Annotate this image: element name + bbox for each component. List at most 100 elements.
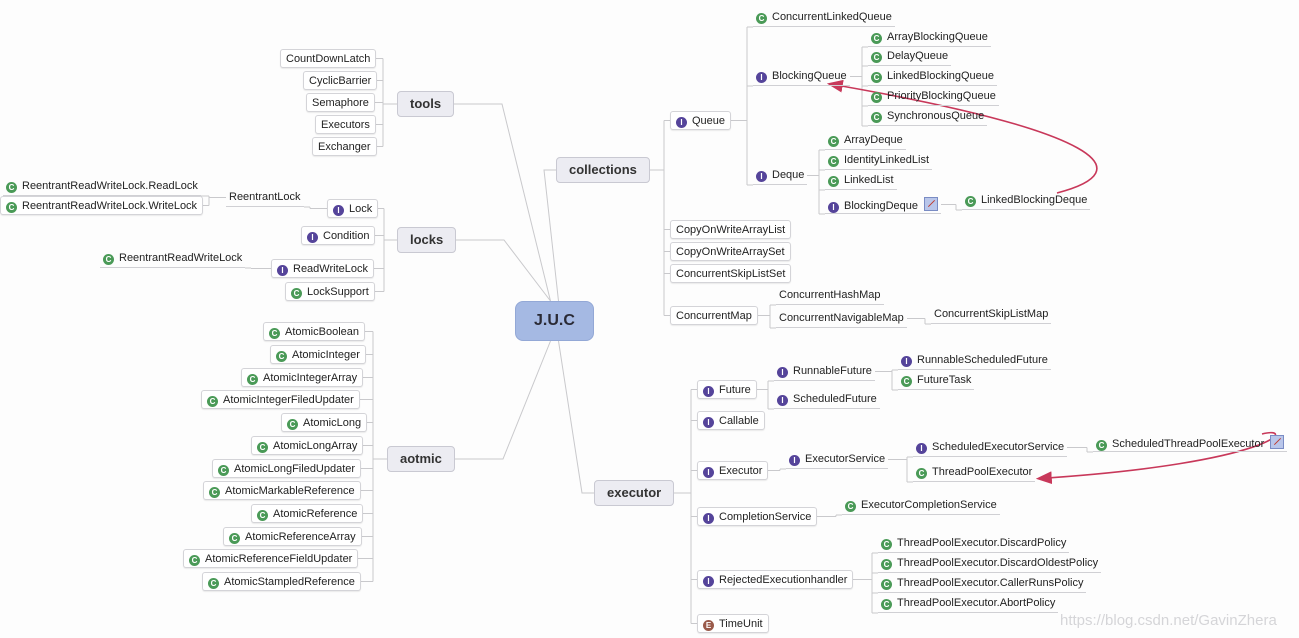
note-icon[interactable] [1270, 435, 1285, 449]
node-label: Executor [719, 465, 763, 477]
node-condition[interactable]: I Condition [301, 226, 376, 245]
branch-locks[interactable]: locks [397, 227, 457, 253]
node-label: LockSupport [307, 286, 369, 298]
class-icon: C [871, 52, 882, 63]
node-executors[interactable]: Executors [315, 115, 376, 134]
node-identitylinkedlist[interactable]: C IdentityLinkedList [825, 151, 932, 170]
branch-aotmic[interactable]: aotmic [387, 446, 455, 472]
node-label: Future [719, 384, 751, 396]
node-runnablefuture[interactable]: I RunnableFuture [774, 362, 875, 381]
class-icon: C [881, 539, 892, 550]
node-atomicreferencearray[interactable]: C AtomicReferenceArray [223, 527, 362, 546]
interface-icon: I [756, 171, 767, 182]
branch-tools[interactable]: tools [397, 91, 455, 117]
node-blockingdeque[interactable]: I BlockingDeque [825, 195, 941, 214]
node-threadpoolexecutor-abortpolicy[interactable]: C ThreadPoolExecutor.AbortPolicy [878, 594, 1059, 613]
node-linkedblockingqueue[interactable]: C LinkedBlockingQueue [868, 67, 998, 86]
node-locksupport[interactable]: C LockSupport [285, 282, 375, 301]
interface-icon: I [703, 467, 714, 478]
node-concurrentlinkedqueue[interactable]: C ConcurrentLinkedQueue [753, 8, 895, 27]
node-atomiclongfiledupdater[interactable]: C AtomicLongFiledUpdater [212, 459, 362, 478]
node-reentrantreadwritelock-writelock[interactable]: C ReentrantReadWriteLock.WriteLock [0, 196, 204, 215]
node-timeunit[interactable]: E TimeUnit [697, 614, 769, 633]
node-concurrentmap[interactable]: ConcurrentMap [670, 306, 758, 325]
node-threadpoolexecutor-discardoldestpolicy[interactable]: C ThreadPoolExecutor.DiscardOldestPolicy [878, 554, 1102, 573]
node-futuretask[interactable]: C FutureTask [898, 371, 975, 390]
node-concurrentskiplistset[interactable]: ConcurrentSkipListSet [670, 264, 792, 283]
node-label: aotmic [400, 451, 442, 466]
class-icon: C [871, 33, 882, 44]
node-atomicinteger[interactable]: C AtomicInteger [270, 345, 366, 364]
node-exchanger[interactable]: Exchanger [312, 137, 377, 156]
class-icon: C [247, 374, 258, 385]
node-atomicreference[interactable]: C AtomicReference [251, 504, 364, 523]
node-queue[interactable]: I Queue [670, 111, 732, 130]
node-rejectedexecutionhandler[interactable]: I RejectedExecutionhandler [697, 570, 854, 589]
node-scheduledfuture[interactable]: I ScheduledFuture [774, 390, 880, 409]
node-reentrantreadwritelock[interactable]: C ReentrantReadWriteLock [100, 249, 246, 268]
node-atomicreferencefieldupdater[interactable]: C AtomicReferenceFieldUpdater [183, 549, 359, 568]
node-semaphore[interactable]: Semaphore [306, 93, 375, 112]
node-linkedlist[interactable]: C LinkedList [825, 171, 897, 190]
class-icon: C [828, 136, 839, 147]
class-icon: C [6, 202, 17, 213]
node-atomicintegerfiledupdater[interactable]: C AtomicIntegerFiledUpdater [201, 390, 360, 409]
node-atomiclong[interactable]: C AtomicLong [281, 413, 368, 432]
node-executor[interactable]: I Executor [697, 461, 769, 480]
node-blockingqueue[interactable]: I BlockingQueue [753, 67, 850, 86]
node-atomicintegerarray[interactable]: C AtomicIntegerArray [241, 368, 364, 387]
class-icon: C [103, 254, 114, 265]
note-icon[interactable] [924, 197, 938, 211]
node-concurrenthashmap[interactable]: ConcurrentHashMap [776, 286, 884, 305]
node-atomicmarkablereference[interactable]: C AtomicMarkableReference [203, 481, 361, 500]
node-label: Deque [772, 169, 805, 181]
branch-executor[interactable]: executor [594, 480, 675, 506]
node-label: CountDownLatch [286, 53, 371, 65]
node-executorservice[interactable]: I ExecutorService [786, 450, 889, 469]
class-icon: C [871, 72, 882, 83]
node-cyclicbarrier[interactable]: CyclicBarrier [303, 71, 378, 90]
node-synchronousqueue[interactable]: C SynchronousQueue [868, 107, 988, 126]
node-callable[interactable]: I Callable [697, 411, 765, 430]
node-countdownlatch[interactable]: CountDownLatch [280, 49, 377, 68]
node-threadpoolexecutor-discardpolicy[interactable]: C ThreadPoolExecutor.DiscardPolicy [878, 534, 1070, 553]
node-concurrentskiplistmap[interactable]: ConcurrentSkipListMap [931, 305, 1052, 324]
node-priorityblockingqueue[interactable]: C PriorityBlockingQueue [868, 87, 999, 106]
node-concurrentnavigablemap[interactable]: ConcurrentNavigableMap [776, 309, 907, 328]
node-atomicboolean[interactable]: C AtomicBoolean [263, 322, 365, 341]
node-deque[interactable]: I Deque [753, 166, 808, 185]
class-icon: C [257, 510, 268, 521]
root-node[interactable]: J.U.C [515, 301, 594, 341]
branch-collections[interactable]: collections [556, 157, 650, 183]
connector-lines [201, 26, 1277, 624]
node-scheduledthreadpoolexecutor[interactable]: C ScheduledThreadPoolExecutor [1093, 433, 1288, 452]
interface-icon: I [307, 232, 318, 243]
node-readwritelock[interactable]: I ReadWriteLock [271, 259, 374, 278]
node-threadpoolexecutor[interactable]: C ThreadPoolExecutor [913, 463, 1036, 482]
node-label: AtomicIntegerArray [263, 372, 358, 384]
node-label: BlockingQueue [772, 70, 847, 82]
node-linkedblockingdeque[interactable]: C LinkedBlockingDeque [962, 191, 1091, 210]
node-label: ScheduledThreadPoolExecutor [1112, 438, 1265, 450]
node-copyonwritearraylist[interactable]: CopyOnWriteArrayList [670, 220, 792, 239]
node-future[interactable]: I Future [697, 380, 757, 399]
node-arrayblockingqueue[interactable]: C ArrayBlockingQueue [868, 28, 991, 47]
node-executorcompletionservice[interactable]: C ExecutorCompletionService [842, 496, 1000, 515]
node-threadpoolexecutor-callerrunspolicy[interactable]: C ThreadPoolExecutor.CallerRunsPolicy [878, 574, 1087, 593]
class-icon: C [828, 176, 839, 187]
node-label: ScheduledFuture [793, 393, 877, 405]
branch-connector [455, 340, 551, 460]
node-runnablescheduledfuture[interactable]: I RunnableScheduledFuture [898, 351, 1051, 370]
node-delayqueue[interactable]: C DelayQueue [868, 47, 952, 66]
node-reentrantlock[interactable]: ReentrantLock [226, 188, 304, 207]
node-atomiclongarray[interactable]: C AtomicLongArray [251, 436, 364, 455]
node-atomicstampledreference[interactable]: C AtomicStampledReference [202, 572, 361, 591]
node-label: RunnableFuture [793, 365, 872, 377]
node-scheduledexecutorservice[interactable]: I ScheduledExecutorService [913, 438, 1068, 457]
node-lock[interactable]: I Lock [327, 199, 379, 218]
node-arraydeque[interactable]: C ArrayDeque [825, 131, 906, 150]
node-label: CopyOnWriteArrayList [676, 224, 786, 236]
node-completionservice[interactable]: I CompletionService [697, 507, 818, 526]
node-copyonwritearrayset[interactable]: CopyOnWriteArraySet [670, 242, 791, 261]
node-reentrantreadwritelock-readlock[interactable]: C ReentrantReadWriteLock.ReadLock [3, 177, 201, 196]
